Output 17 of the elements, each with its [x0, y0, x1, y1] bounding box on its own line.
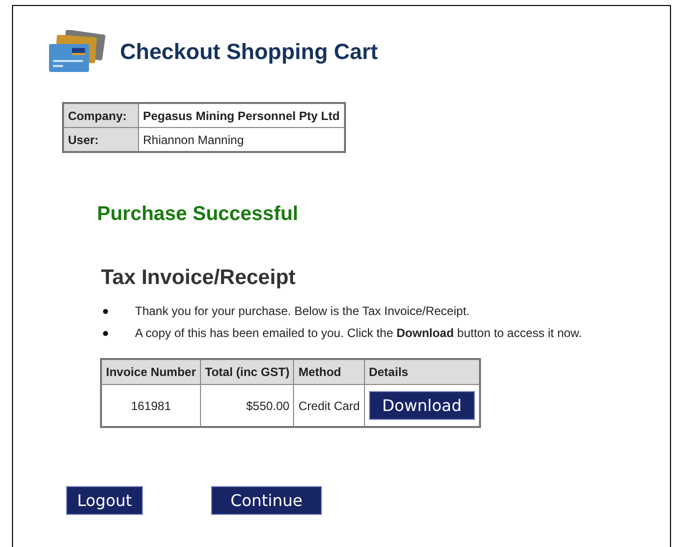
download-button[interactable]: Download: [368, 391, 475, 420]
note-text: A copy of this has been emailed to you. Click the Download button to access it now.: [135, 326, 582, 340]
credit-cards-icon: [48, 30, 106, 74]
column-header: Total (inc GST): [200, 359, 294, 384]
bullet-icon: [103, 330, 108, 336]
column-header: Details: [364, 359, 480, 384]
logout-button[interactable]: Logout: [66, 486, 143, 515]
note-text: Thank you for your purchase. Below is the Tax Invoice/Receipt.: [135, 304, 470, 318]
field-label: User:: [63, 128, 138, 152]
status-message: Purchase Successful: [97, 203, 300, 226]
field-label: Company:: [63, 103, 138, 128]
continue-button[interactable]: Continue: [211, 486, 322, 515]
column-header: Method: [294, 359, 364, 384]
section-heading: Tax Invoice/Receipt: [101, 266, 297, 290]
page-title: Checkout Shopping Cart: [120, 39, 378, 65]
column-header: Invoice Number: [101, 359, 201, 384]
bullet-icon: [103, 308, 108, 314]
